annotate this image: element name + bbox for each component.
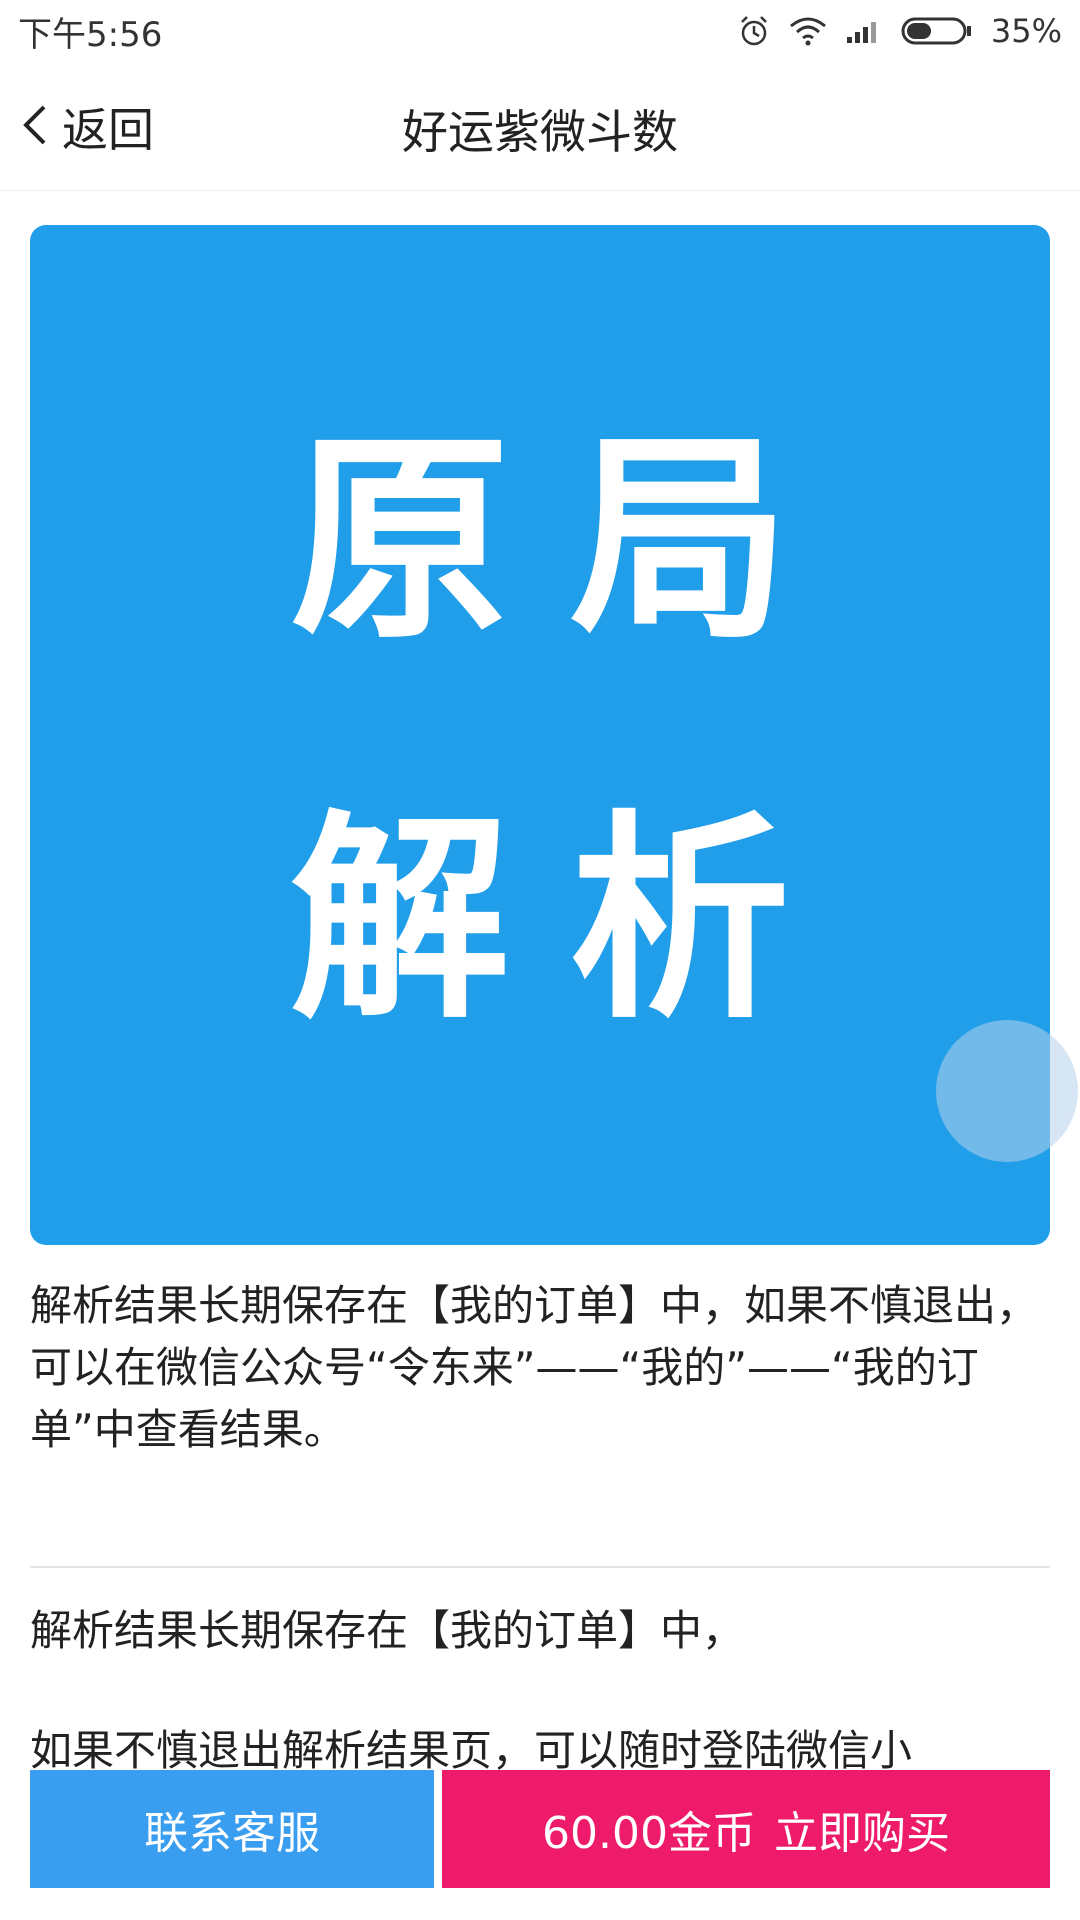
floating-assist-button[interactable] bbox=[936, 1020, 1078, 1162]
battery-percent: 35% bbox=[990, 12, 1062, 50]
battery-icon bbox=[901, 16, 973, 46]
status-bar: 下午5:56 35% bbox=[0, 0, 1080, 62]
signal-icon bbox=[845, 17, 883, 45]
banner-text-line1: 原局 bbox=[289, 412, 850, 668]
alarm-icon bbox=[737, 14, 771, 48]
divider bbox=[30, 1566, 1050, 1568]
status-icons: 35% bbox=[737, 12, 1062, 50]
wifi-icon bbox=[789, 16, 827, 46]
page-title: 好运紫微斗数 bbox=[402, 105, 678, 159]
screen: 下午5:56 35% 返回 好运紫微斗数 原局 解析 解析结果长期保存在【我的订… bbox=[0, 0, 1080, 1920]
nav-header: 返回 好运紫微斗数 bbox=[0, 62, 1080, 191]
buy-now-label: 立即购买 bbox=[773, 1808, 950, 1859]
contact-service-button[interactable]: 联系客服 bbox=[30, 1770, 434, 1888]
price-label: 60.00金币 bbox=[542, 1808, 756, 1859]
buy-now-button[interactable]: 60.00金币 立即购买 bbox=[442, 1770, 1050, 1888]
banner-image: 原局 解析 bbox=[30, 225, 1050, 1245]
info-paragraph-1: 解析结果长期保存在【我的订单】中，如果不慎退出，可以在微信公众号“令东来”——“… bbox=[30, 1281, 1039, 1454]
info-paragraph-2: 解析结果长期保存在【我的订单】中， bbox=[30, 1606, 745, 1655]
bottom-action-bar: 联系客服 60.00金币 立即购买 bbox=[30, 1770, 1050, 1888]
banner-text-line2: 解析 bbox=[289, 792, 850, 1048]
status-time: 下午5:56 bbox=[18, 14, 163, 55]
